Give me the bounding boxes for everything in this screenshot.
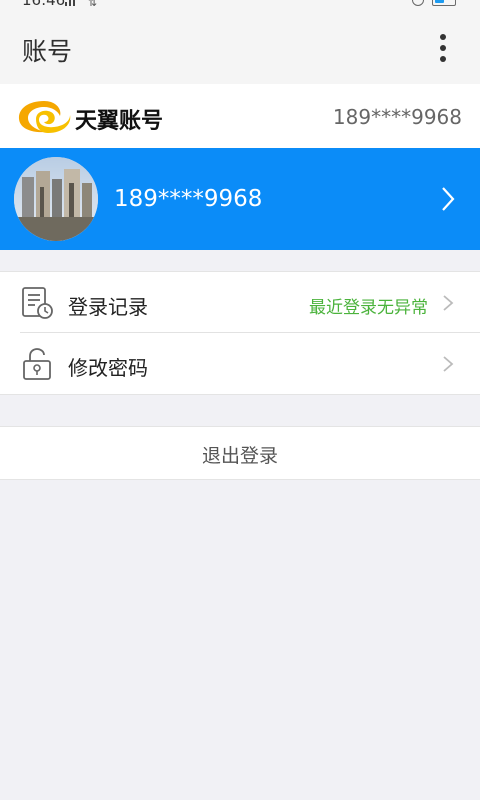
avatar[interactable] <box>14 157 98 241</box>
logout-button[interactable]: 退出登录 <box>0 426 480 480</box>
menu-item-label: 登录记录 <box>68 295 148 319</box>
page-title: 账号 <box>22 37 73 66</box>
profile-card[interactable]: 189****9968 <box>0 148 480 250</box>
chevron-right-icon <box>443 295 454 311</box>
menu-item-change-password[interactable]: 修改密码 <box>0 333 480 394</box>
status-bar: 16:46 ⇅ <box>0 0 480 10</box>
menu-group: 登录记录 最近登录无异常 修改密码 <box>0 271 480 395</box>
more-vertical-icon <box>440 34 446 40</box>
menu-item-label: 修改密码 <box>68 356 148 380</box>
tianyi-logo-icon <box>18 101 71 133</box>
status-time: 16:46 <box>22 0 66 9</box>
avatar-image <box>14 157 98 241</box>
chevron-right-icon <box>442 187 455 211</box>
signal-icon <box>65 0 75 6</box>
header-phone-number: 189****9968 <box>332 105 462 129</box>
app-bar: 账号 <box>0 10 480 84</box>
data-transfer-icon: ⇅ <box>88 0 98 9</box>
profile-phone-number: 189****9968 <box>114 186 263 212</box>
sync-icon <box>412 0 424 6</box>
login-record-icon <box>22 287 53 319</box>
lock-icon <box>23 348 51 380</box>
brand-name: 天翼账号 <box>75 109 164 134</box>
chevron-right-icon <box>443 356 454 372</box>
status-right-icons <box>412 0 458 6</box>
more-options-button[interactable] <box>428 33 458 63</box>
login-status-text: 最近登录无异常 <box>309 298 428 318</box>
logout-label: 退出登录 <box>201 445 278 467</box>
menu-item-login-record[interactable]: 登录记录 最近登录无异常 <box>0 272 480 333</box>
account-header: 天翼账号 189****9968 <box>0 84 480 148</box>
battery-icon <box>432 0 456 6</box>
